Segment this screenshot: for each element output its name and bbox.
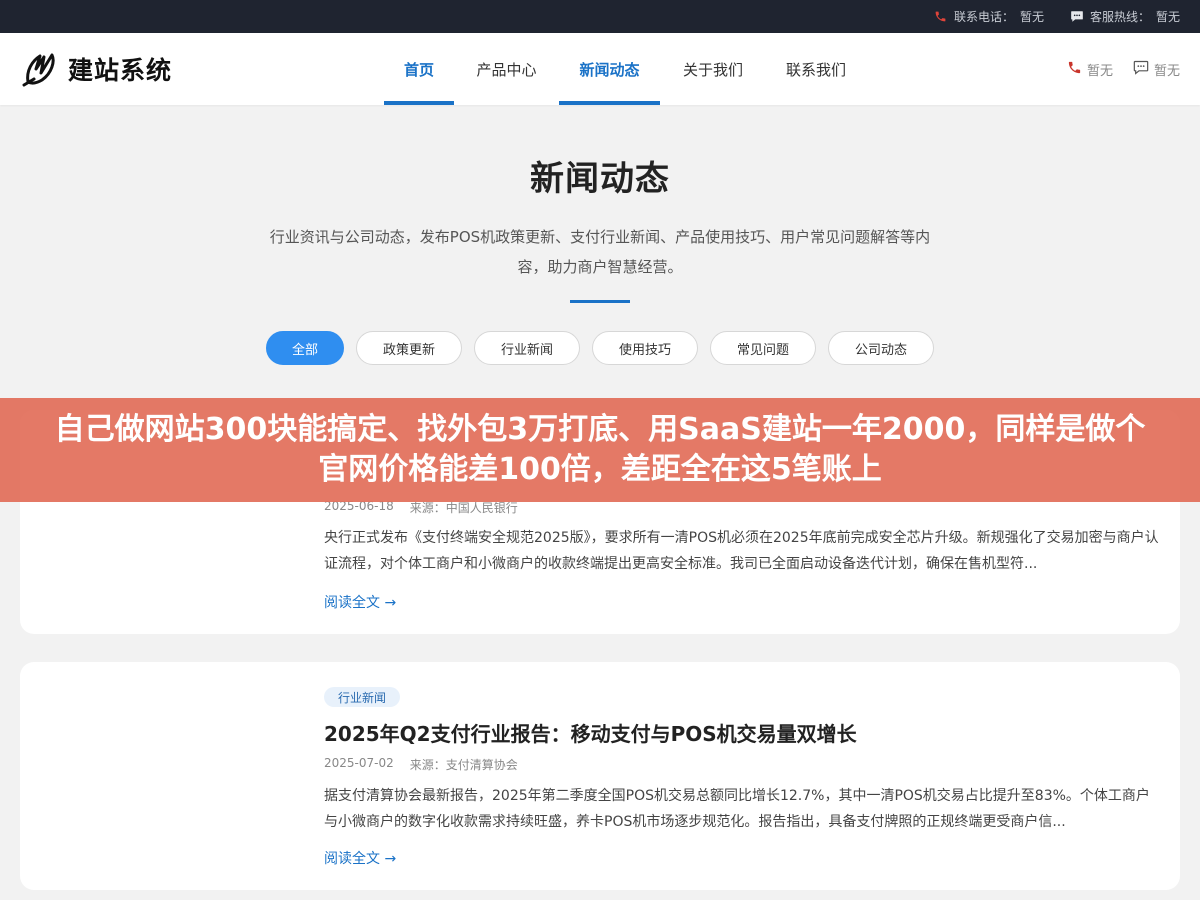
article-card[interactable]: 行业新闻 2025年Q2支付行业报告：移动支付与POS机交易量双增长 2025-… <box>20 662 1180 890</box>
header-phone-icon <box>1067 60 1082 79</box>
topbar-phone: 联系电话： 暂无 <box>934 8 1044 25</box>
filter-company[interactable]: 公司动态 <box>828 331 934 365</box>
nav-item-home[interactable]: 首页 <box>384 33 454 105</box>
title-underline <box>570 300 630 303</box>
nav-item-news[interactable]: 新闻动态 <box>559 33 660 105</box>
page-title: 新闻动态 <box>530 159 670 199</box>
brand-name: 建站系统 <box>68 56 173 85</box>
header-contact: 暂无 暂无 <box>1067 33 1180 105</box>
article-summary: 据支付清算协会最新报告，2025年第二季度全国POS机交易总额同比增长12.7%… <box>324 788 1150 830</box>
article-thumbnail[interactable] <box>40 682 304 870</box>
read-more-link[interactable]: 阅读全文 → <box>324 848 396 868</box>
filter-industry[interactable]: 行业新闻 <box>474 331 580 365</box>
article-date: 2025-07-02 <box>324 756 394 770</box>
top-utility-bar: 联系电话： 暂无 客服热线： 暂无 <box>0 0 1200 33</box>
header-phone-value: 暂无 <box>1086 63 1113 79</box>
filter-faq[interactable]: 常见问题 <box>710 331 816 365</box>
site-header: 建站系统 首页 产品中心 新闻动态 关于我们 联系我们 暂无 暂无 <box>0 33 1200 105</box>
headline-overlay-banner: 自己做网站300块能搞定、找外包3万打底、用SaaS建站一年2000，同样是做个… <box>0 398 1200 502</box>
header-chat-value: 暂无 <box>1153 63 1180 79</box>
filter-all[interactable]: 全部 <box>266 331 344 365</box>
nav-item-about[interactable]: 关于我们 <box>660 33 766 105</box>
page-description: 行业资讯与公司动态，发布POS机政策更新、支付行业新闻、产品使用技巧、用户常见问… <box>269 228 931 276</box>
topbar-phone-value: 暂无 <box>1019 10 1044 24</box>
chat-icon <box>1070 10 1084 24</box>
banner-headline: 自己做网站300块能搞定、找外包3万打底、用SaaS建站一年2000，同样是做个… <box>54 412 1146 487</box>
topbar-phone-label: 联系电话： <box>953 10 1014 24</box>
article-source: 来源：支付清算协会 <box>409 758 518 772</box>
phone-icon <box>934 10 948 24</box>
article-tag: 行业新闻 <box>324 687 401 707</box>
topbar-hotline-label: 客服热线： <box>1089 10 1150 24</box>
logo[interactable]: 建站系统 <box>22 49 172 89</box>
category-filters: 全部 政策更新 行业新闻 使用技巧 常见问题 公司动态 <box>266 331 934 365</box>
read-more-link[interactable]: 阅读全文 → <box>324 592 396 612</box>
topbar-hotline: 客服热线： 暂无 <box>1070 8 1180 25</box>
header-phone[interactable]: 暂无 <box>1067 60 1113 79</box>
logo-mark-icon <box>22 53 55 87</box>
nav-item-contact[interactable]: 联系我们 <box>766 33 866 105</box>
filter-tips[interactable]: 使用技巧 <box>592 331 698 365</box>
header-chat[interactable]: 暂无 <box>1133 60 1180 79</box>
topbar-hotline-value: 暂无 <box>1155 10 1180 24</box>
nav-item-products[interactable]: 产品中心 <box>454 33 559 105</box>
article-summary: 央行正式发布《支付终端安全规范2025版》，要求所有一清POS机必须在2025年… <box>324 530 1159 572</box>
filter-policy[interactable]: 政策更新 <box>356 331 462 365</box>
news-hero: 新闻动态 行业资讯与公司动态，发布POS机政策更新、支付行业新闻、产品使用技巧、… <box>0 105 1200 303</box>
main-nav: 首页 产品中心 新闻动态 关于我们 联系我们 <box>384 33 866 105</box>
header-chat-icon <box>1133 60 1149 79</box>
article-title[interactable]: 2025年Q2支付行业报告：移动支付与POS机交易量双增长 <box>324 718 857 747</box>
article-meta: 2025-07-02 来源：支付清算协会 <box>324 756 518 773</box>
